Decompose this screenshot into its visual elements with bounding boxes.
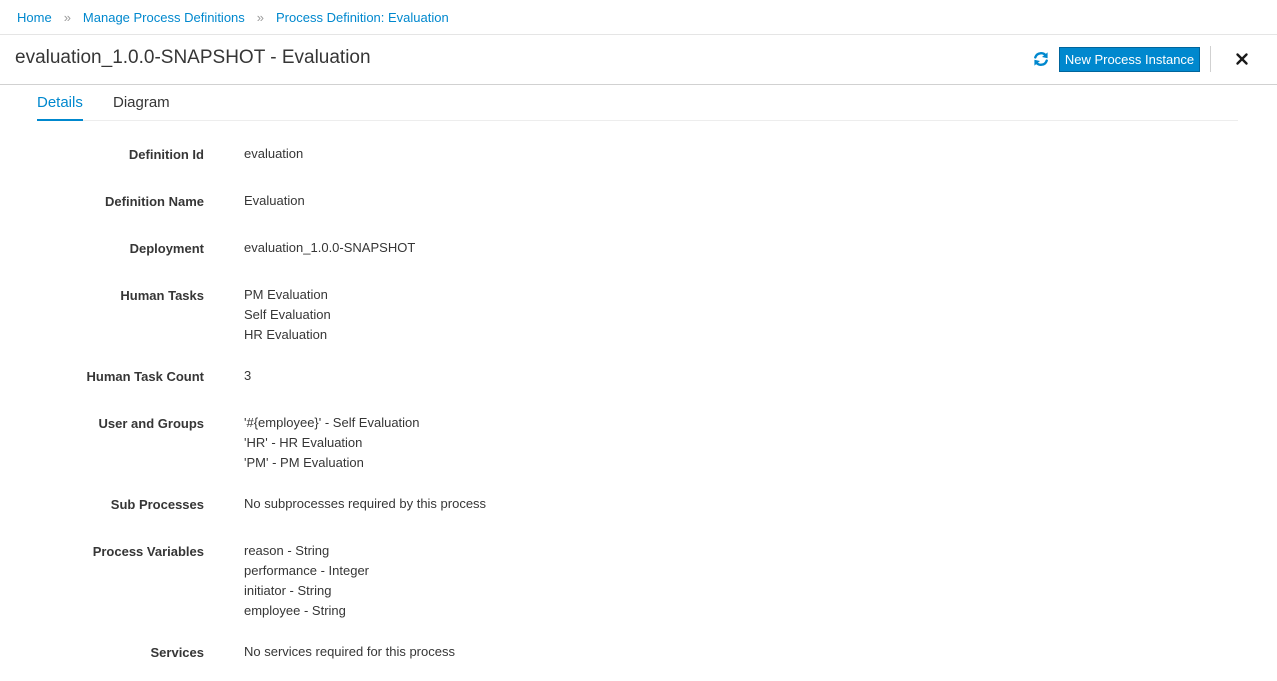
list-item: PM Evaluation xyxy=(244,287,328,302)
definition-name-label: Definition Name xyxy=(105,194,204,209)
user-and-groups-label: User and Groups xyxy=(98,416,204,431)
user-and-groups-value: '#{employee}' - Self Evaluation 'HR' - H… xyxy=(244,413,420,473)
sub-processes-label: Sub Processes xyxy=(110,497,204,512)
services-label: Services xyxy=(150,645,205,660)
human-task-count-value: 3 xyxy=(244,368,252,383)
breadcrumb-manage-process-definitions[interactable]: Manage Process Definitions xyxy=(83,10,245,25)
list-item: reason - String xyxy=(244,543,330,558)
list-item: initiator - String xyxy=(244,583,332,598)
human-tasks-label: Human Tasks xyxy=(120,288,204,303)
sub-processes-value: No subprocesses required by this process xyxy=(244,496,487,511)
new-process-instance-button[interactable]: New Process Instance xyxy=(1059,47,1200,72)
list-item: 'PM' - PM Evaluation xyxy=(244,455,364,470)
list-item: Self Evaluation xyxy=(244,307,331,322)
human-tasks-value: PM Evaluation Self Evaluation HR Evaluat… xyxy=(244,285,331,345)
deployment-label: Deployment xyxy=(129,241,204,256)
close-icon[interactable] xyxy=(1234,51,1250,67)
definition-name-value: Evaluation xyxy=(244,193,305,208)
definition-id-value: evaluation xyxy=(244,146,304,161)
tab-details[interactable]: Details xyxy=(37,94,83,121)
breadcrumb: Home » Manage Process Definitions » Proc… xyxy=(17,0,449,35)
list-item: 'HR' - HR Evaluation xyxy=(244,435,363,450)
refresh-icon[interactable] xyxy=(1032,50,1050,68)
breadcrumb-process-definition[interactable]: Process Definition: Evaluation xyxy=(276,10,449,25)
process-variables-value: reason - String performance - Integer in… xyxy=(244,541,369,621)
page-title: evaluation_1.0.0-SNAPSHOT - Evaluation xyxy=(15,47,371,68)
definition-id-label: Definition Id xyxy=(128,147,204,162)
header-divider xyxy=(1210,46,1211,72)
breadcrumb-separator: » xyxy=(63,10,71,25)
list-item: performance - Integer xyxy=(244,563,370,578)
services-value: No services required for this process xyxy=(244,644,455,659)
tab-diagram[interactable]: Diagram xyxy=(113,94,170,119)
list-item: employee - String xyxy=(244,603,346,618)
list-item: '#{employee}' - Self Evaluation xyxy=(244,415,420,430)
list-item: HR Evaluation xyxy=(244,327,328,342)
breadcrumb-separator: » xyxy=(256,10,265,25)
page-header: evaluation_1.0.0-SNAPSHOT - Evaluation N… xyxy=(0,35,1277,84)
process-variables-label: Process Variables xyxy=(92,544,204,559)
tab-bar: Details Diagram xyxy=(37,85,1238,121)
deployment-value: evaluation_1.0.0-SNAPSHOT xyxy=(244,240,416,255)
human-task-count-label: Human Task Count xyxy=(86,369,205,384)
breadcrumb-home[interactable]: Home xyxy=(17,10,52,25)
